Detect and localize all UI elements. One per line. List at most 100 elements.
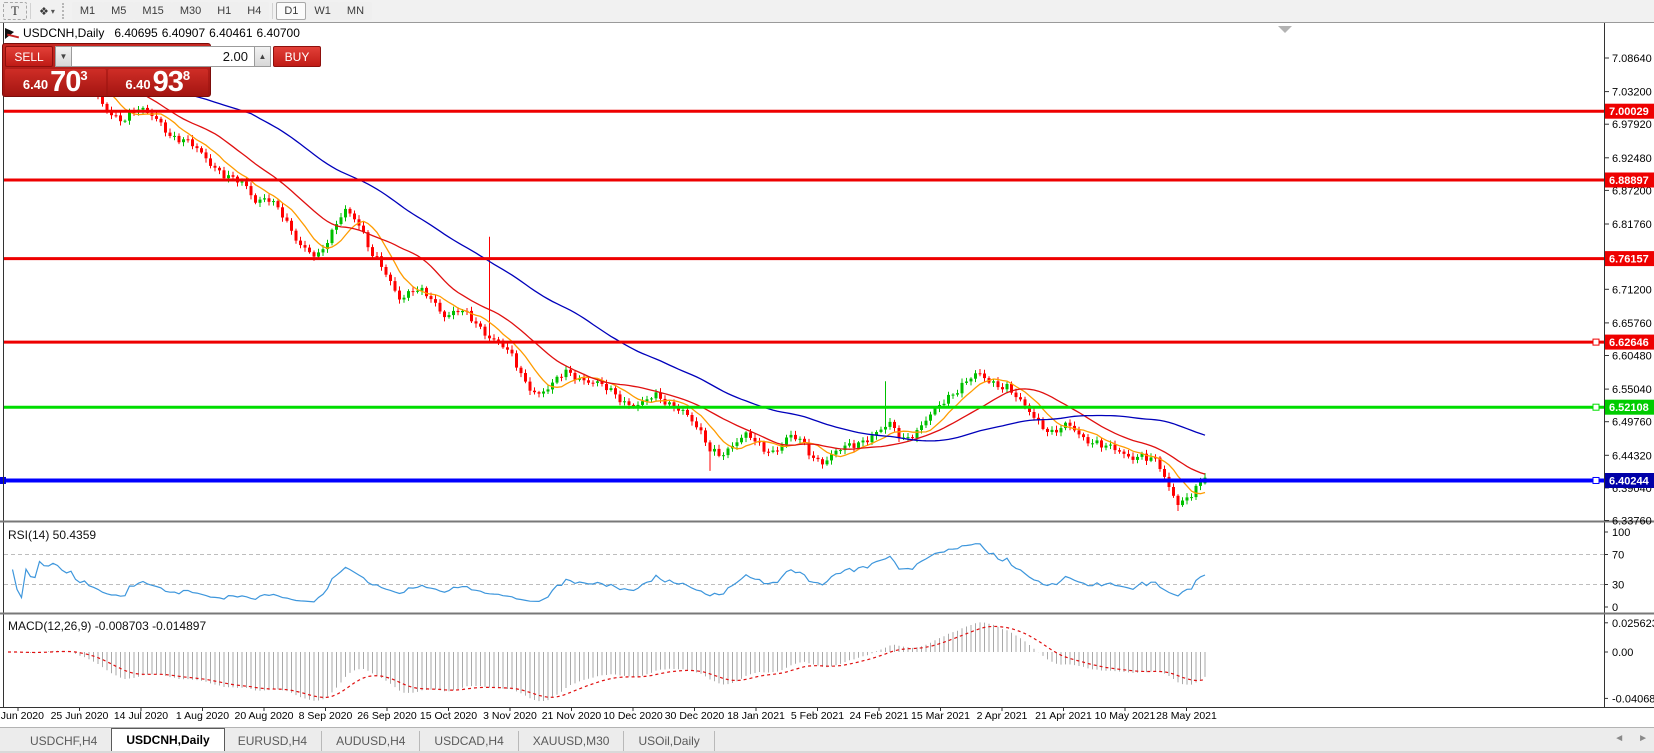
timeframe-w1-button[interactable]: W1 <box>306 2 339 20</box>
line-handle[interactable] <box>1593 477 1599 483</box>
cursor-tool-icon: ❖ <box>39 5 49 18</box>
line-handle[interactable] <box>1593 404 1599 410</box>
timeframe-m1-button[interactable]: M1 <box>72 2 103 20</box>
cursor-tool-button[interactable]: ❖ ▾ <box>34 2 60 20</box>
rsi-tick-label: 70 <box>1612 550 1624 562</box>
price-tick-label: 6.65760 <box>1612 318 1652 330</box>
date-tick-label: 20 Aug 2020 <box>235 710 294 722</box>
buy-button[interactable]: BUY <box>273 46 321 67</box>
timeframe-m15-button[interactable]: M15 <box>134 2 171 20</box>
rsi-label: RSI(14) 50.4359 <box>8 528 96 542</box>
chart-tab-bar: USDCHF,H4 USDCNH,Daily EURUSD,H4 AUDUSD,… <box>0 727 1654 751</box>
date-tick-label: 25 Jun 2020 <box>51 710 109 722</box>
sell-button[interactable]: SELL <box>5 46 53 67</box>
date-tick-label: 3 Nov 2020 <box>483 710 537 722</box>
chart-canvas[interactable]: 7.086407.032006.979206.924806.872006.817… <box>0 0 1654 753</box>
macd-tick-label: -0.040687 <box>1612 693 1654 705</box>
date-tick-label: 8 Sep 2020 <box>299 710 353 722</box>
date-tick-label: 18 Jan 2021 <box>727 710 785 722</box>
price-badge-label: 6.52108 <box>1609 402 1649 414</box>
tab-usoil-daily[interactable]: USOil,Daily <box>624 731 714 751</box>
timeframe-h1-button[interactable]: H1 <box>209 2 239 20</box>
toolbar-separator <box>30 3 31 19</box>
rsi-line <box>13 544 1206 602</box>
macd-label: MACD(12,26,9) -0.008703 -0.014897 <box>8 619 206 633</box>
timeframe-d1-button[interactable]: D1 <box>276 2 306 20</box>
top-toolbar: T ❖ ▾ M1 M5 M15 M30 H1 H4 D1 W1 MN <box>0 0 1654 23</box>
date-tick-label: 21 Nov 2020 <box>542 710 602 722</box>
high-value: 6.40907 <box>162 26 205 40</box>
macd-tick-label: 0.00 <box>1612 647 1633 659</box>
timeframe-h4-button[interactable]: H4 <box>239 2 269 20</box>
chart-title: USDCNH,Daily 6.40695 6.40907 6.40461 6.4… <box>5 26 300 40</box>
open-value: 6.40695 <box>114 26 157 40</box>
date-tick-label: 1 Aug 2020 <box>176 710 229 722</box>
buy-price-big: 93 <box>153 69 183 95</box>
candlestick-series[interactable] <box>7 54 1207 511</box>
price-tick-label: 6.97920 <box>1612 119 1652 131</box>
sell-price-small: 6.40 <box>23 75 48 95</box>
date-tick-label: 15 Oct 2020 <box>420 710 477 722</box>
volume-input[interactable] <box>72 46 254 67</box>
tab-scroll-right-icon[interactable]: ► <box>1638 733 1648 744</box>
chevron-down-icon[interactable]: ▾ <box>51 7 55 16</box>
timeframe-mn-button[interactable]: MN <box>339 2 372 20</box>
date-tick-label: 15 Mar 2021 <box>911 710 970 722</box>
price-tick-label: 7.08640 <box>1612 53 1652 65</box>
tab-usdcnh-daily[interactable]: USDCNH,Daily <box>111 728 224 751</box>
date-tick-label: 2 Apr 2021 <box>977 710 1028 722</box>
close-value: 6.40700 <box>257 26 300 40</box>
date-tick-label: 14 Jul 2020 <box>114 710 168 722</box>
price-tick-label: 7.03200 <box>1612 87 1652 99</box>
timeframe-m30-button[interactable]: M30 <box>172 2 209 20</box>
ma-line-20 <box>8 62 1205 474</box>
macd-tick-label: 0.025623 <box>1612 618 1654 630</box>
price-badge-label: 6.40244 <box>1609 475 1650 487</box>
date-tick-label: 21 Apr 2021 <box>1035 710 1092 722</box>
one-click-trade-panel: SELL ▼ ▲ BUY 6.40 70 3 6.40 93 8 <box>2 43 211 97</box>
tab-usdchf-h4[interactable]: USDCHF,H4 <box>16 731 112 751</box>
price-tick-label: 6.49760 <box>1612 417 1652 429</box>
toolbar-grip <box>62 3 68 19</box>
line-handle[interactable] <box>1593 339 1599 345</box>
tab-xauusd-m30[interactable]: XAUUSD,M30 <box>519 731 625 751</box>
price-badge-label: 6.76157 <box>1609 254 1649 266</box>
chart-shift-marker[interactable] <box>1278 26 1292 33</box>
timeframe-m5-button[interactable]: M5 <box>103 2 134 20</box>
date-tick-label: 10 May 2021 <box>1095 710 1156 722</box>
date-tick-label: 10 Dec 2020 <box>603 710 663 722</box>
price-tick-label: 6.71200 <box>1612 284 1652 296</box>
tab-eurusd-h4[interactable]: EURUSD,H4 <box>224 731 322 751</box>
price-tick-label: 6.33760 <box>1612 516 1652 528</box>
price-tick-label: 6.55040 <box>1612 384 1652 396</box>
price-badge-label: 6.88897 <box>1609 175 1649 187</box>
tab-audusd-h4[interactable]: AUDUSD,H4 <box>322 731 420 751</box>
symbol-timeframe-label: USDCNH,Daily <box>23 26 104 40</box>
sell-price-button[interactable]: 6.40 70 3 <box>5 69 106 96</box>
buy-price-small: 6.40 <box>125 75 150 95</box>
price-tick-label: 6.81760 <box>1612 219 1652 231</box>
rsi-tick-label: 100 <box>1612 527 1630 539</box>
price-tick-label: 6.92480 <box>1612 153 1652 165</box>
rsi-tick-label: 0 <box>1612 602 1618 614</box>
date-tick-label: 30 Dec 2020 <box>665 710 725 722</box>
sell-price-big: 70 <box>50 69 80 95</box>
date-tick-label: 24 Feb 2021 <box>850 710 909 722</box>
price-tick-label: 6.44320 <box>1612 450 1652 462</box>
volume-stepper: ▼ ▲ <box>55 46 271 67</box>
low-value: 6.40461 <box>209 26 252 40</box>
buy-price-button[interactable]: 6.40 93 8 <box>108 69 209 96</box>
ma-line-8 <box>8 61 1205 494</box>
rsi-tick-label: 30 <box>1612 580 1624 592</box>
chart-window-icon <box>5 27 19 39</box>
price-badge-label: 7.00029 <box>1609 106 1649 118</box>
volume-increase-button[interactable]: ▲ <box>254 46 271 67</box>
price-badge-label: 6.62646 <box>1609 337 1649 349</box>
tab-scroll-left-icon[interactable]: ◄ <box>1614 733 1624 744</box>
volume-decrease-button[interactable]: ▼ <box>55 46 72 67</box>
date-tick-label: 26 Sep 2020 <box>357 710 417 722</box>
text-tool-button[interactable]: T <box>3 2 27 20</box>
sell-price-sup: 3 <box>80 70 87 82</box>
tab-usdcad-h4[interactable]: USDCAD,H4 <box>420 731 518 751</box>
buy-price-sup: 8 <box>183 70 190 82</box>
